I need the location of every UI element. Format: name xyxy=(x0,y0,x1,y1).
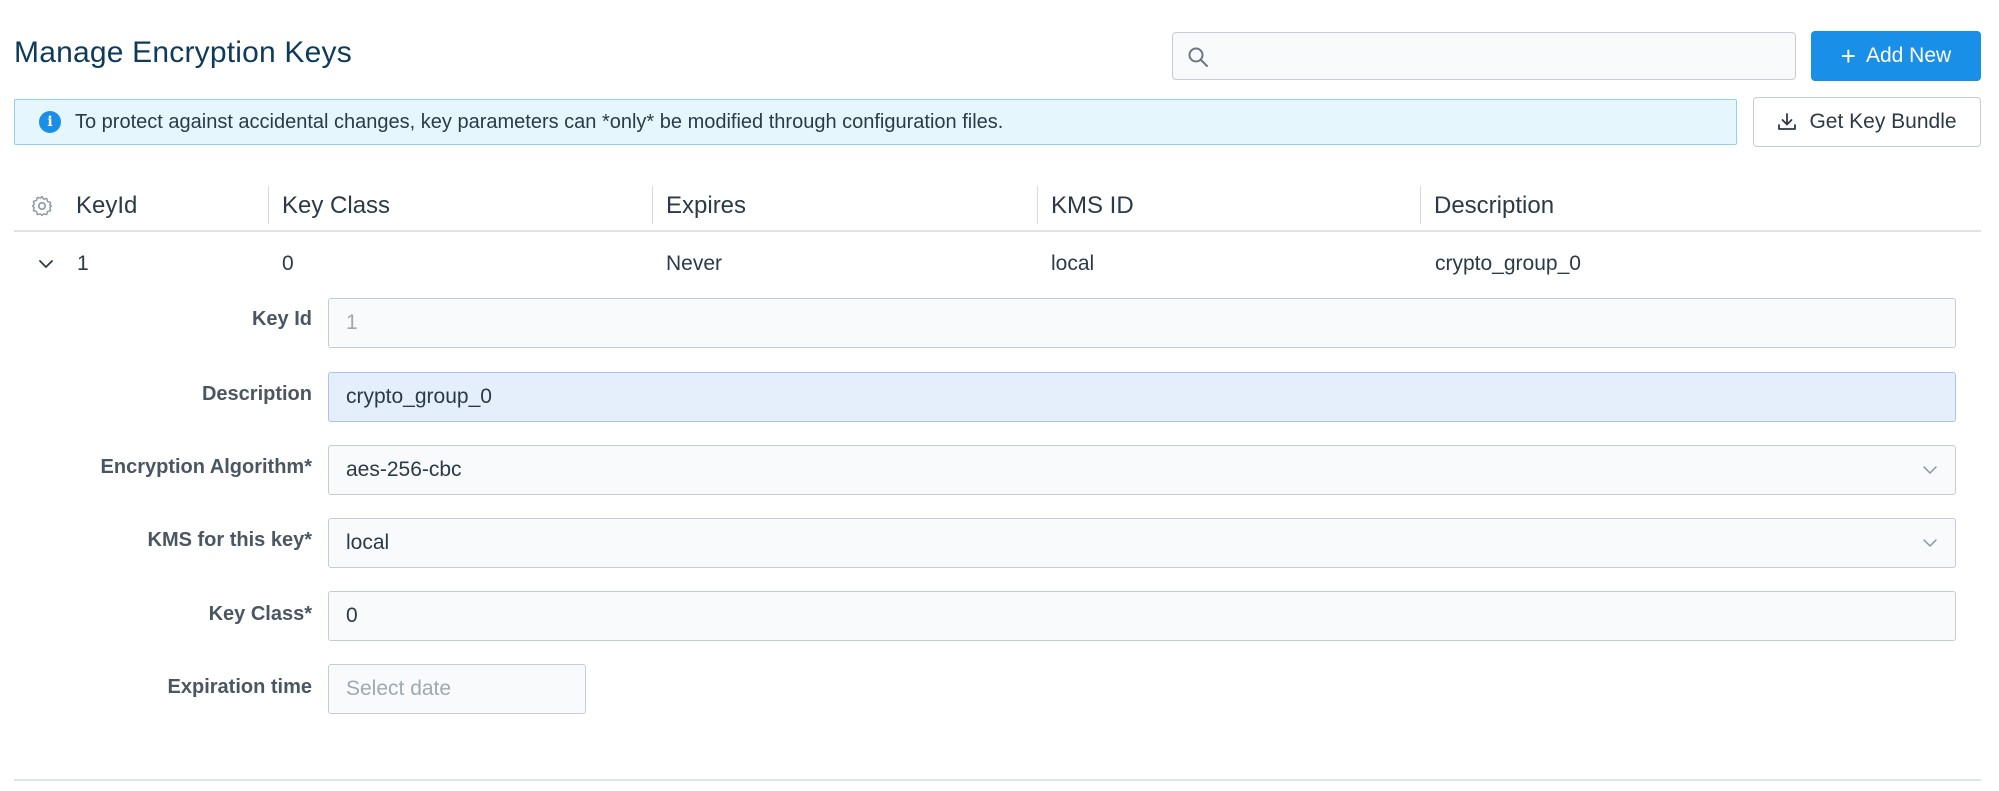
column-separator xyxy=(1420,186,1421,224)
column-header-keyid[interactable]: KeyId xyxy=(76,188,137,224)
expiration-date-placeholder: Select date xyxy=(346,677,452,700)
column-header-description[interactable]: Description xyxy=(1434,188,1554,224)
info-banner-text: To protect against accidental changes, k… xyxy=(75,110,1004,133)
chevron-down-icon[interactable] xyxy=(36,254,56,274)
table-header: KeyId Key Class Expires KMS ID Descripti… xyxy=(14,182,1981,232)
kms-value: local xyxy=(346,531,390,554)
cell-key-id: 1 xyxy=(77,252,89,275)
table-row[interactable]: 1 0 Never local crypto_group_0 xyxy=(14,244,1981,284)
column-separator xyxy=(652,186,653,224)
expiration-date-picker[interactable]: Select date xyxy=(328,664,586,714)
cell-description: crypto_group_0 xyxy=(1435,252,1581,275)
search-icon xyxy=(1188,47,1208,67)
kms-label: KMS for this key* xyxy=(147,529,312,551)
description-field[interactable]: crypto_group_0 xyxy=(328,372,1956,422)
download-icon xyxy=(1778,113,1797,130)
column-header-kms-id[interactable]: KMS ID xyxy=(1051,188,1134,224)
key-class-value: 0 xyxy=(346,604,358,627)
column-separator xyxy=(268,186,269,224)
search-box[interactable] xyxy=(1172,32,1796,80)
encryption-algorithm-value: aes-256-cbc xyxy=(346,458,462,481)
chevron-down-icon xyxy=(1923,466,1937,474)
divider xyxy=(14,779,1981,781)
encryption-algorithm-select[interactable]: aes-256-cbc xyxy=(328,445,1956,495)
expiration-time-label: Expiration time xyxy=(167,676,312,698)
plus-icon: + xyxy=(1840,41,1856,71)
key-id-label: Key Id xyxy=(251,308,312,330)
key-class-field[interactable]: 0 xyxy=(328,591,1956,641)
description-value: crypto_group_0 xyxy=(346,385,492,408)
cell-expires: Never xyxy=(666,252,723,275)
encryption-algorithm-label: Encryption Algorithm* xyxy=(100,456,312,478)
cell-kms-id: local xyxy=(1051,252,1095,275)
get-key-bundle-button[interactable]: Get Key Bundle xyxy=(1753,97,1981,147)
key-class-label: Key Class* xyxy=(208,603,312,625)
column-header-expires[interactable]: Expires xyxy=(666,188,746,224)
kms-select[interactable]: local xyxy=(328,518,1956,568)
gear-icon[interactable] xyxy=(30,194,54,218)
info-banner: i To protect against accidental changes,… xyxy=(14,99,1737,145)
info-icon: i xyxy=(39,111,61,133)
page-title: Manage Encryption Keys xyxy=(14,36,352,69)
search-input[interactable] xyxy=(1217,33,1787,79)
add-new-button[interactable]: + Add New xyxy=(1811,31,1981,81)
column-header-key-class[interactable]: Key Class xyxy=(282,188,390,224)
add-new-label: Add New xyxy=(1865,44,1952,67)
cell-key-class: 0 xyxy=(282,252,294,275)
chevron-down-icon xyxy=(1923,539,1937,547)
column-separator xyxy=(1037,186,1038,224)
key-id-value: 1 xyxy=(346,311,358,334)
key-id-field: 1 xyxy=(328,298,1956,348)
description-label: Description xyxy=(201,383,312,405)
get-key-bundle-label: Get Key Bundle xyxy=(1809,110,1957,133)
